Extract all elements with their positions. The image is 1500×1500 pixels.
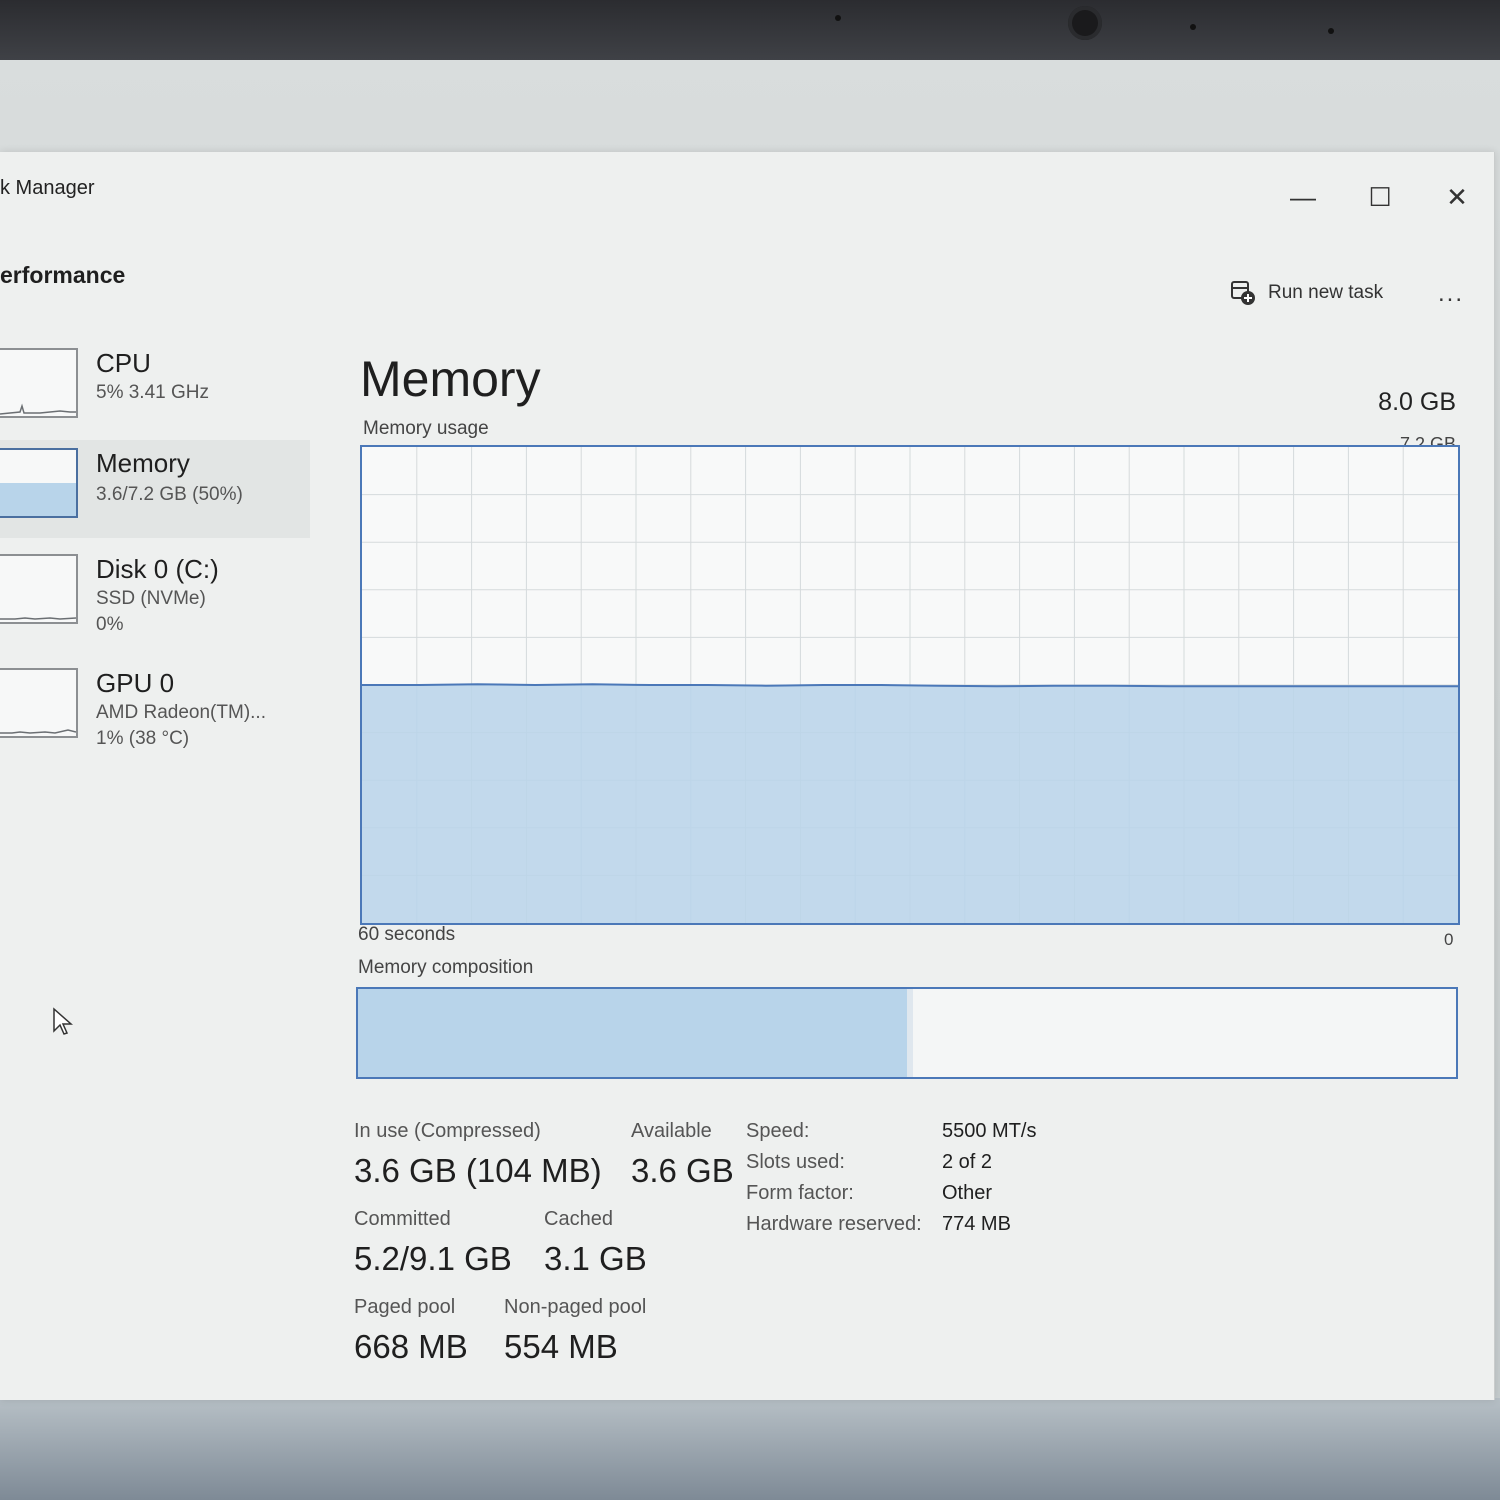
sidebar-item-label: Memory: [96, 448, 190, 478]
disk-thumbnail-graph: [0, 554, 78, 624]
window-title: k Manager: [0, 177, 95, 199]
speed-key: Speed:: [746, 1120, 810, 1142]
composition-free-segment[interactable]: [1370, 989, 1456, 1077]
cpu-sparkline: [0, 403, 76, 415]
slots-used-key: Slots used:: [746, 1151, 845, 1173]
form-factor-key: Form factor:: [746, 1182, 854, 1204]
sidebar-item-detail: 1% (38 °C): [96, 728, 190, 749]
hardware-reserved-key: Hardware reserved:: [746, 1213, 922, 1235]
composition-standby-segment[interactable]: [913, 989, 1371, 1077]
memory-usage-label: Memory usage: [363, 418, 489, 439]
sidebar-item-detail: 0%: [96, 614, 124, 635]
memory-composition-label: Memory composition: [358, 957, 534, 978]
memory-thumbnail-graph: [0, 448, 78, 518]
run-new-task-button[interactable]: Run new task: [1230, 280, 1383, 306]
bezel-sensor: [835, 15, 841, 21]
page-title: erformance: [0, 262, 126, 288]
cached-label: Cached: [544, 1208, 613, 1230]
title-bar: k Manager — ☐ ✕: [0, 152, 1494, 242]
task-manager-window: k Manager — ☐ ✕ erformance Run new task …: [0, 152, 1495, 1400]
laptop-bezel: [0, 0, 1500, 60]
close-button[interactable]: ✕: [1434, 174, 1480, 220]
in-use-label: In use (Compressed): [354, 1120, 541, 1142]
available-label: Available: [631, 1120, 712, 1142]
chart-time-left: 60 seconds: [358, 924, 456, 945]
hardware-reserved-value: 774 MB: [942, 1213, 1011, 1235]
sidebar-item-memory[interactable]: Memory 3.6/7.2 GB (50%): [0, 440, 310, 538]
speed-value: 5500 MT/s: [942, 1120, 1037, 1142]
paged-pool-value: 668 MB: [354, 1328, 468, 1365]
form-factor-value: Other: [942, 1182, 993, 1204]
more-options-button[interactable]: ...: [1438, 280, 1464, 308]
bezel-sensor: [1190, 24, 1196, 30]
memory-usage-chart: [360, 445, 1460, 925]
sidebar-item-cpu[interactable]: CPU 5% 3.41 GHz: [0, 340, 310, 438]
chart-time-right: 0: [1444, 930, 1454, 949]
maximize-button[interactable]: ☐: [1357, 174, 1403, 220]
sidebar-item-label: GPU 0: [96, 668, 175, 698]
committed-label: Committed: [354, 1208, 451, 1230]
memory-usage-area: [362, 684, 1458, 923]
cpu-thumbnail-graph: [0, 348, 78, 418]
minimize-button[interactable]: —: [1280, 174, 1326, 220]
non-paged-pool-value: 554 MB: [504, 1328, 618, 1365]
slots-used-value: 2 of 2: [942, 1151, 993, 1173]
in-use-value: 3.6 GB (104 MB): [354, 1152, 602, 1189]
run-task-icon: [1231, 281, 1255, 305]
paged-pool-label: Paged pool: [354, 1296, 456, 1318]
cached-value: 3.1 GB: [544, 1240, 647, 1277]
committed-value: 5.2/9.1 GB: [354, 1240, 512, 1277]
sidebar-item-label: Disk 0 (C:): [96, 554, 219, 584]
non-paged-pool-label: Non-paged pool: [504, 1296, 647, 1318]
memory-total-capacity: 8.0 GB: [1378, 388, 1456, 416]
memory-usage-graph: [362, 447, 1458, 923]
memory-composition-bar: [356, 987, 1458, 1079]
desktop-background: [0, 1398, 1500, 1500]
run-new-task-label: Run new task: [1268, 282, 1384, 303]
sidebar-item-detail: 5% 3.41 GHz: [96, 382, 209, 403]
sidebar-item-gpu[interactable]: GPU 0 AMD Radeon(TM)... 1% (38 °C): [0, 660, 310, 758]
sidebar-item-label: CPU: [96, 348, 151, 378]
mouse-pointer-icon: [53, 1007, 73, 1035]
bezel-sensor: [1328, 28, 1334, 34]
memory-thumbnail-fill: [0, 483, 76, 516]
sidebar-item-detail: AMD Radeon(TM)...: [96, 702, 266, 723]
memory-heading: Memory: [360, 351, 541, 407]
available-value: 3.6 GB: [631, 1152, 734, 1189]
gpu-thumbnail-graph: [0, 668, 78, 738]
disk-sparkline: [0, 617, 76, 620]
sidebar-item-detail: SSD (NVMe): [96, 588, 206, 609]
webcam: [1068, 6, 1102, 40]
gpu-sparkline: [0, 729, 76, 734]
composition-in-use-segment[interactable]: [358, 989, 907, 1077]
sidebar-item-disk[interactable]: Disk 0 (C:) SSD (NVMe) 0%: [0, 546, 310, 644]
sidebar-item-detail: 3.6/7.2 GB (50%): [96, 484, 243, 505]
